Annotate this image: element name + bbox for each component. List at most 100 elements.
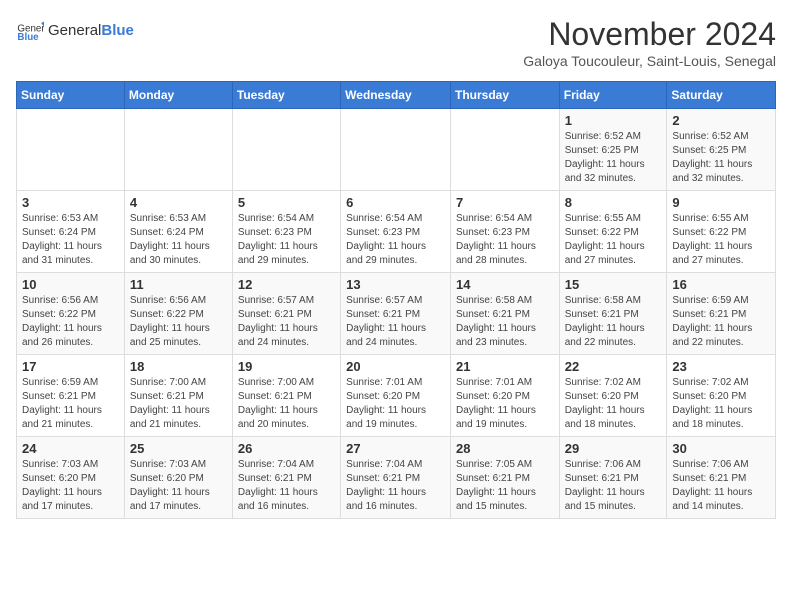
day-info: Sunrise: 6:58 AM Sunset: 6:21 PM Dayligh… xyxy=(565,294,662,350)
day-info: Sunrise: 7:04 AM Sunset: 6:21 PM Dayligh… xyxy=(346,458,445,514)
day-number: 3 xyxy=(22,195,119,210)
week-row-5: 24 Sunrise: 7:03 AM Sunset: 6:20 PM Dayli… xyxy=(17,437,776,519)
day-number: 1 xyxy=(565,113,662,128)
calendar-cell: 10 Sunrise: 6:56 AM Sunset: 6:22 PM Dayli… xyxy=(17,273,125,355)
day-header-tuesday: Tuesday xyxy=(232,82,340,109)
title-area: November 2024 Galoya Toucouleur, Saint-L… xyxy=(523,16,776,69)
day-info: Sunrise: 6:59 AM Sunset: 6:21 PM Dayligh… xyxy=(672,294,770,350)
logo-blue-text: Blue xyxy=(101,22,134,39)
day-info: Sunrise: 6:53 AM Sunset: 6:24 PM Dayligh… xyxy=(130,212,227,268)
day-number: 9 xyxy=(672,195,770,210)
day-number: 6 xyxy=(346,195,445,210)
day-info: Sunrise: 7:00 AM Sunset: 6:21 PM Dayligh… xyxy=(238,376,335,432)
day-info: Sunrise: 6:52 AM Sunset: 6:25 PM Dayligh… xyxy=(672,130,770,186)
days-header-row: SundayMondayTuesdayWednesdayThursdayFrid… xyxy=(17,82,776,109)
calendar-cell: 4 Sunrise: 6:53 AM Sunset: 6:24 PM Daylig… xyxy=(124,191,232,273)
calendar-cell: 16 Sunrise: 6:59 AM Sunset: 6:21 PM Dayli… xyxy=(667,273,776,355)
week-row-2: 3 Sunrise: 6:53 AM Sunset: 6:24 PM Daylig… xyxy=(17,191,776,273)
day-number: 25 xyxy=(130,441,227,456)
day-number: 7 xyxy=(456,195,554,210)
calendar-cell: 15 Sunrise: 6:58 AM Sunset: 6:21 PM Dayli… xyxy=(559,273,667,355)
logo-general-text: General xyxy=(48,22,101,39)
day-header-wednesday: Wednesday xyxy=(341,82,451,109)
calendar-cell: 23 Sunrise: 7:02 AM Sunset: 6:20 PM Dayli… xyxy=(667,355,776,437)
logo-icon: General Blue xyxy=(16,16,44,44)
calendar-cell: 19Sunrise: 7:00 AM Sunset: 6:21 PM Dayli… xyxy=(232,355,340,437)
day-number: 23 xyxy=(672,359,770,374)
day-header-saturday: Saturday xyxy=(667,82,776,109)
day-info: Sunrise: 6:57 AM Sunset: 6:21 PM Dayligh… xyxy=(346,294,445,350)
day-number: 30 xyxy=(672,441,770,456)
day-info: Sunrise: 6:54 AM Sunset: 6:23 PM Dayligh… xyxy=(238,212,335,268)
day-info: Sunrise: 6:52 AM Sunset: 6:25 PM Dayligh… xyxy=(565,130,662,186)
day-number: 24 xyxy=(22,441,119,456)
calendar-cell: 24 Sunrise: 7:03 AM Sunset: 6:20 PM Dayli… xyxy=(17,437,125,519)
day-number: 12 xyxy=(238,277,335,292)
calendar-table: SundayMondayTuesdayWednesdayThursdayFrid… xyxy=(16,81,776,519)
calendar-cell: 27 Sunrise: 7:04 AM Sunset: 6:21 PM Dayli… xyxy=(341,437,451,519)
day-number: 18 xyxy=(130,359,227,374)
day-info: Sunrise: 6:54 AM Sunset: 6:23 PM Dayligh… xyxy=(456,212,554,268)
week-row-4: 17Sunrise: 6:59 AM Sunset: 6:21 PM Dayli… xyxy=(17,355,776,437)
day-info: Sunrise: 6:54 AM Sunset: 6:23 PM Dayligh… xyxy=(346,212,445,268)
day-header-monday: Monday xyxy=(124,82,232,109)
calendar-cell xyxy=(17,109,125,191)
day-info: Sunrise: 6:56 AM Sunset: 6:22 PM Dayligh… xyxy=(130,294,227,350)
day-number: 4 xyxy=(130,195,227,210)
location-subtitle: Galoya Toucouleur, Saint-Louis, Senegal xyxy=(523,53,776,69)
day-number: 16 xyxy=(672,277,770,292)
day-number: 10 xyxy=(22,277,119,292)
calendar-cell: 20 Sunrise: 7:01 AM Sunset: 6:20 PM Dayli… xyxy=(341,355,451,437)
day-info: Sunrise: 7:02 AM Sunset: 6:20 PM Dayligh… xyxy=(672,376,770,432)
day-info: Sunrise: 6:56 AM Sunset: 6:22 PM Dayligh… xyxy=(22,294,119,350)
calendar-cell: 8 Sunrise: 6:55 AM Sunset: 6:22 PM Daylig… xyxy=(559,191,667,273)
svg-text:Blue: Blue xyxy=(17,32,39,43)
calendar-cell xyxy=(124,109,232,191)
calendar-cell: 11Sunrise: 6:56 AM Sunset: 6:22 PM Dayli… xyxy=(124,273,232,355)
calendar-cell: 25Sunrise: 7:03 AM Sunset: 6:20 PM Dayli… xyxy=(124,437,232,519)
month-title: November 2024 xyxy=(523,16,776,53)
day-info: Sunrise: 6:55 AM Sunset: 6:22 PM Dayligh… xyxy=(565,212,662,268)
calendar-cell: 6 Sunrise: 6:54 AM Sunset: 6:23 PM Daylig… xyxy=(341,191,451,273)
calendar-cell: 22 Sunrise: 7:02 AM Sunset: 6:20 PM Dayli… xyxy=(559,355,667,437)
day-number: 28 xyxy=(456,441,554,456)
day-number: 29 xyxy=(565,441,662,456)
logo: General Blue General Blue xyxy=(16,16,134,44)
day-info: Sunrise: 7:02 AM Sunset: 6:20 PM Dayligh… xyxy=(565,376,662,432)
day-info: Sunrise: 7:06 AM Sunset: 6:21 PM Dayligh… xyxy=(672,458,770,514)
calendar-cell: 14 Sunrise: 6:58 AM Sunset: 6:21 PM Dayli… xyxy=(450,273,559,355)
calendar-cell: 17Sunrise: 6:59 AM Sunset: 6:21 PM Dayli… xyxy=(17,355,125,437)
calendar-cell: 28 Sunrise: 7:05 AM Sunset: 6:21 PM Dayli… xyxy=(450,437,559,519)
day-info: Sunrise: 6:55 AM Sunset: 6:22 PM Dayligh… xyxy=(672,212,770,268)
calendar-cell xyxy=(450,109,559,191)
day-number: 14 xyxy=(456,277,554,292)
day-info: Sunrise: 7:05 AM Sunset: 6:21 PM Dayligh… xyxy=(456,458,554,514)
day-info: Sunrise: 7:06 AM Sunset: 6:21 PM Dayligh… xyxy=(565,458,662,514)
day-number: 20 xyxy=(346,359,445,374)
day-number: 21 xyxy=(456,359,554,374)
calendar-cell: 29 Sunrise: 7:06 AM Sunset: 6:21 PM Dayli… xyxy=(559,437,667,519)
day-number: 27 xyxy=(346,441,445,456)
week-row-3: 10 Sunrise: 6:56 AM Sunset: 6:22 PM Dayli… xyxy=(17,273,776,355)
calendar-cell: 13 Sunrise: 6:57 AM Sunset: 6:21 PM Dayli… xyxy=(341,273,451,355)
week-row-1: 1 Sunrise: 6:52 AM Sunset: 6:25 PM Daylig… xyxy=(17,109,776,191)
day-info: Sunrise: 7:03 AM Sunset: 6:20 PM Dayligh… xyxy=(22,458,119,514)
day-info: Sunrise: 6:53 AM Sunset: 6:24 PM Dayligh… xyxy=(22,212,119,268)
day-info: Sunrise: 7:00 AM Sunset: 6:21 PM Dayligh… xyxy=(130,376,227,432)
day-number: 15 xyxy=(565,277,662,292)
day-info: Sunrise: 7:04 AM Sunset: 6:21 PM Dayligh… xyxy=(238,458,335,514)
day-header-thursday: Thursday xyxy=(450,82,559,109)
day-number: 13 xyxy=(346,277,445,292)
day-info: Sunrise: 6:58 AM Sunset: 6:21 PM Dayligh… xyxy=(456,294,554,350)
day-header-friday: Friday xyxy=(559,82,667,109)
calendar-cell: 1 Sunrise: 6:52 AM Sunset: 6:25 PM Daylig… xyxy=(559,109,667,191)
day-number: 17 xyxy=(22,359,119,374)
calendar-cell: 26Sunrise: 7:04 AM Sunset: 6:21 PM Dayli… xyxy=(232,437,340,519)
calendar-cell: 2Sunrise: 6:52 AM Sunset: 6:25 PM Daylig… xyxy=(667,109,776,191)
calendar-cell: 21Sunrise: 7:01 AM Sunset: 6:20 PM Dayli… xyxy=(450,355,559,437)
day-number: 5 xyxy=(238,195,335,210)
header: General Blue General Blue November 2024 … xyxy=(16,16,776,69)
day-number: 8 xyxy=(565,195,662,210)
day-info: Sunrise: 7:01 AM Sunset: 6:20 PM Dayligh… xyxy=(346,376,445,432)
day-number: 22 xyxy=(565,359,662,374)
